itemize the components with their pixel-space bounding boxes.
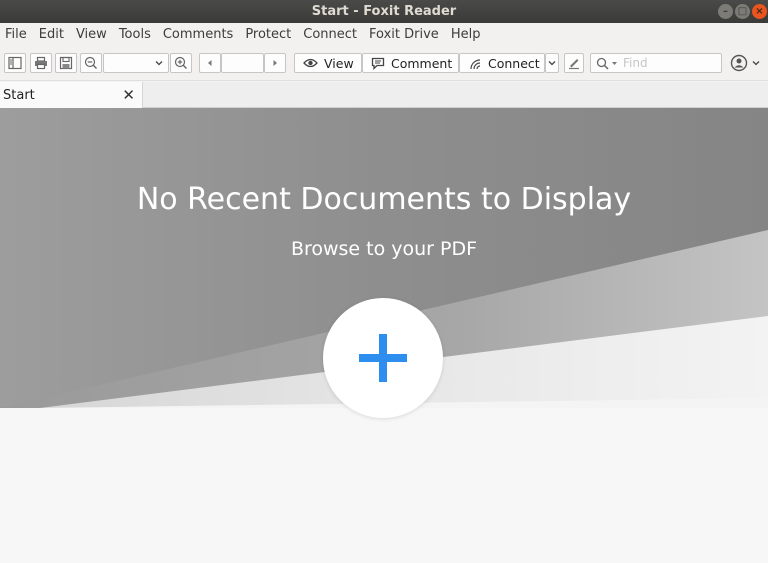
plus-icon — [359, 334, 407, 382]
menu-bar: File Edit View Tools Comments Protect Co… — [0, 23, 768, 45]
connect-dropdown-button[interactable] — [545, 53, 559, 73]
sign-button[interactable] — [564, 53, 584, 73]
caret-down-icon — [612, 61, 617, 65]
menu-connect[interactable]: Connect — [298, 27, 364, 42]
comment-icon — [371, 57, 385, 70]
window-title: Start - Foxit Reader — [311, 4, 457, 19]
close-window-button[interactable]: × — [752, 4, 767, 19]
close-icon: × — [755, 5, 764, 17]
toolbar: View Comment Connect Find — [0, 45, 768, 81]
menu-comments[interactable]: Comments — [158, 27, 240, 42]
start-page: No Recent Documents to Display Browse to… — [0, 108, 768, 563]
sidebar-toggle-button[interactable] — [4, 53, 26, 73]
pen-icon — [569, 59, 579, 70]
no-recent-documents-heading: No Recent Documents to Display — [136, 182, 632, 217]
minimize-button[interactable]: – — [718, 4, 733, 19]
menu-file[interactable]: File — [0, 27, 34, 42]
zoom-out-icon — [84, 56, 97, 69]
connect-button[interactable]: Connect — [459, 53, 545, 73]
zoom-in-icon — [174, 56, 187, 69]
save-button[interactable] — [55, 53, 77, 73]
menu-help[interactable]: Help — [446, 27, 488, 42]
chevron-left-icon — [208, 60, 212, 66]
menu-protect[interactable]: Protect — [240, 27, 298, 42]
browse-to-pdf-text: Browse to your PDF — [290, 238, 478, 260]
document-tab-bar: Start ✕ — [0, 82, 768, 108]
connect-icon — [470, 58, 481, 69]
chevron-down-icon — [752, 61, 759, 66]
save-icon — [59, 56, 73, 70]
view-label: View — [324, 55, 354, 71]
printer-icon — [35, 56, 47, 70]
chevron-right-icon — [273, 60, 277, 66]
zoom-level-select[interactable] — [103, 53, 169, 73]
menu-view[interactable]: View — [71, 27, 114, 42]
account-menu-button[interactable] — [727, 53, 763, 73]
browse-pdf-button[interactable] — [323, 298, 443, 418]
find-placeholder: Find — [623, 56, 648, 70]
user-icon — [730, 54, 747, 72]
close-tab-icon[interactable]: ✕ — [122, 86, 135, 104]
find-input[interactable]: Find — [590, 53, 722, 73]
page-number-input[interactable] — [221, 53, 264, 73]
tab-label: Start — [3, 87, 35, 103]
zoom-in-button[interactable] — [170, 53, 192, 73]
connect-label: Connect — [488, 55, 540, 71]
maximize-button[interactable]: □ — [735, 4, 750, 19]
previous-page-button[interactable] — [199, 53, 221, 73]
comment-button[interactable]: Comment — [362, 53, 459, 73]
chevron-down-icon — [155, 61, 163, 66]
search-icon — [596, 57, 609, 70]
chevron-down-icon — [548, 61, 556, 66]
print-button[interactable] — [30, 53, 52, 73]
menu-tools[interactable]: Tools — [114, 27, 158, 42]
minimize-icon: – — [723, 5, 728, 17]
zoom-out-button[interactable] — [80, 53, 102, 73]
eye-icon — [303, 58, 318, 68]
menu-edit[interactable]: Edit — [34, 27, 71, 42]
view-button[interactable]: View — [294, 53, 362, 73]
menu-foxit-drive[interactable]: Foxit Drive — [364, 27, 446, 42]
maximize-icon: □ — [737, 5, 748, 17]
tab-start[interactable]: Start ✕ — [0, 82, 143, 108]
title-bar: Start - Foxit Reader – □ × — [0, 0, 768, 23]
sidebar-icon — [8, 56, 22, 70]
next-page-button[interactable] — [264, 53, 286, 73]
comment-label: Comment — [391, 55, 453, 71]
